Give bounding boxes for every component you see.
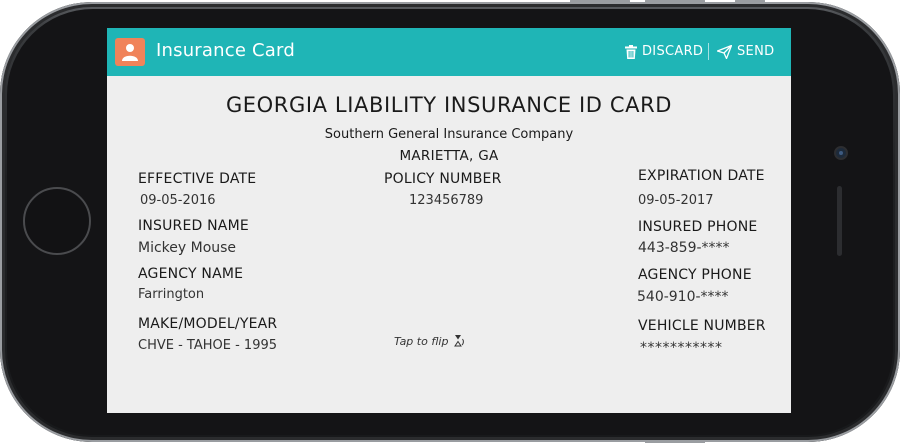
app-bar: Insurance Card DISCARD SEND: [107, 28, 791, 76]
expiration-date-value: 09-05-2017: [638, 193, 714, 208]
front-camera: [834, 146, 848, 160]
vehicle-number-label: VEHICLE NUMBER: [638, 318, 766, 334]
agency-phone-value: 540-910-****: [637, 289, 729, 305]
person-icon: [122, 44, 138, 61]
avatar[interactable]: [115, 38, 145, 66]
agency-name-value: Farrington: [138, 287, 205, 302]
insurance-card[interactable]: GEORGIA LIABILITY INSURANCE ID CARD Sout…: [107, 76, 791, 413]
flip-icon: [454, 335, 465, 347]
policy-number-value: 123456789: [409, 193, 484, 208]
discard-button[interactable]: DISCARD: [625, 44, 703, 59]
volume-button: [645, 0, 705, 4]
insured-name-value: Mickey Mouse: [138, 240, 237, 256]
earpiece-speaker: [837, 186, 842, 256]
make-model-year-value: CHVE - TAHOE - 1995: [138, 338, 278, 353]
home-button[interactable]: [23, 187, 91, 255]
effective-date-label: EFFECTIVE DATE: [138, 171, 257, 187]
trash-icon: [625, 44, 637, 59]
vehicle-number-value: ***********: [640, 340, 723, 356]
insured-name-label: INSURED NAME: [138, 218, 249, 234]
send-button[interactable]: SEND: [717, 44, 774, 59]
company-location: MARIETTA, GA: [399, 148, 499, 164]
effective-date-value: 09-05-2016: [140, 193, 216, 208]
screen: Insurance Card DISCARD SEND GEORGIA LIAB…: [107, 28, 791, 413]
page-title: Insurance Card: [156, 40, 295, 61]
agency-name-label: AGENCY NAME: [138, 266, 244, 282]
card-title: GEORGIA LIABILITY INSURANCE ID CARD: [225, 93, 673, 117]
insured-phone-value: 443-859-****: [638, 240, 730, 256]
policy-number-label: POLICY NUMBER: [384, 171, 502, 187]
agency-phone-label: AGENCY PHONE: [638, 267, 752, 283]
make-model-year-label: MAKE/MODEL/YEAR: [138, 316, 278, 332]
discard-label: DISCARD: [642, 44, 704, 59]
tap-to-flip-hint[interactable]: Tap to flip: [394, 334, 465, 348]
company-name: Southern General Insurance Company: [324, 127, 574, 142]
action-divider: [708, 43, 709, 60]
volume-button: [570, 0, 630, 4]
tap-to-flip-label: Tap to flip: [394, 334, 449, 348]
expiration-date-label: EXPIRATION DATE: [638, 168, 765, 184]
mute-switch: [735, 0, 765, 4]
insured-phone-label: INSURED PHONE: [638, 219, 758, 235]
send-label: SEND: [737, 44, 775, 59]
send-icon: [717, 44, 732, 59]
